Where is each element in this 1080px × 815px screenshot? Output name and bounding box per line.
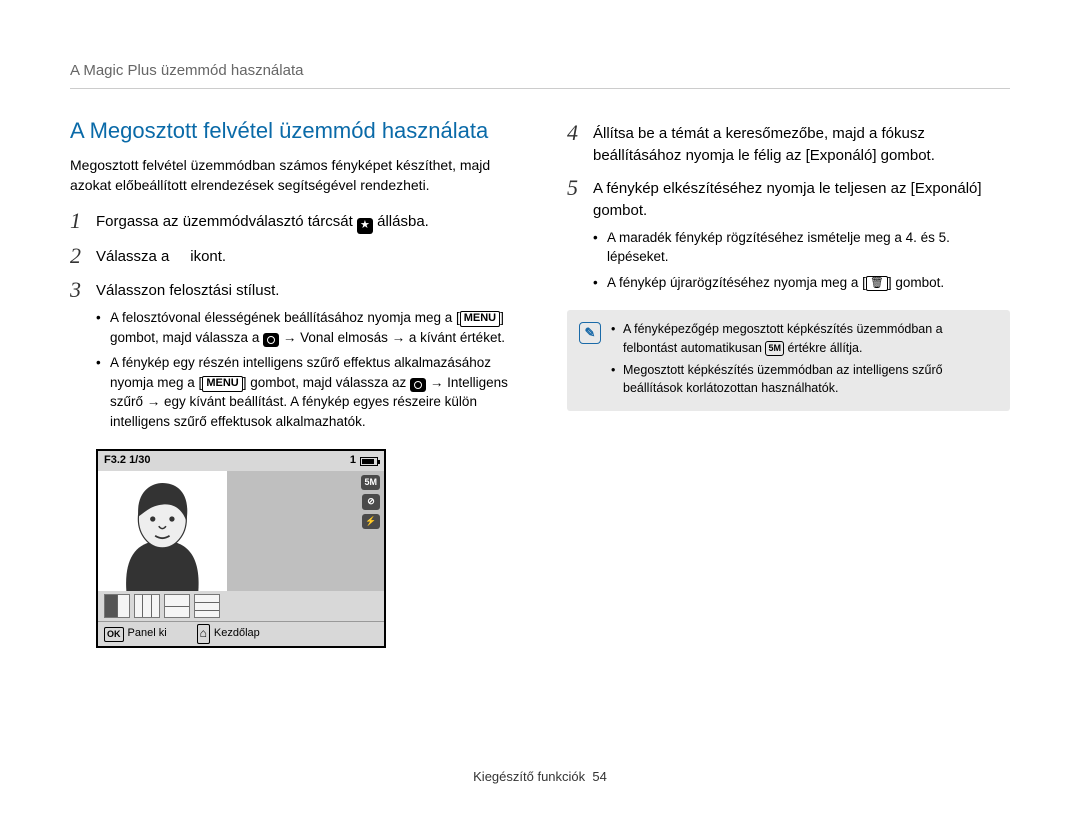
note-item: A fényképezőgép megosztott képkészítés ü… — [611, 320, 998, 356]
mode-dial-icon: ★ — [357, 218, 373, 234]
sub-bullets: A felosztóvonal élességének beállításáho… — [70, 308, 513, 431]
footer-label: Kiegészítő funkciók — [473, 769, 585, 784]
note-icon: ✎ — [579, 322, 601, 344]
right-column: 4 Állítsa be a témát a keresőmezőbe, maj… — [567, 115, 1010, 648]
layout-toolbar — [98, 591, 384, 621]
bullet-item: A maradék fénykép rögzítéséhez ismételje… — [593, 228, 1010, 267]
ok-chip-icon: OK — [104, 627, 124, 642]
home-chip-icon: ⌂ — [197, 624, 210, 643]
mode-badge-icon: ⊘ — [362, 494, 380, 509]
trash-icon: 🗑 — [866, 276, 888, 291]
text: ikont. — [190, 248, 226, 265]
section-title: A Megosztott felvétel üzemmód használata — [70, 115, 513, 147]
exposure-label: F3.2 1/30 — [104, 453, 150, 469]
count-label: 1 — [350, 453, 356, 469]
footer-page: 54 — [592, 769, 606, 784]
text: A felosztóvonal élességének beállításáho… — [110, 310, 456, 325]
layout-option-1[interactable] — [104, 594, 130, 618]
home-button[interactable]: ⌂ Kezdőlap — [197, 624, 260, 643]
text: → Vonal elmosás → a kívánt értéket. — [283, 330, 505, 345]
text: Forgassa az üzemmódválasztó tárcsát — [96, 213, 357, 230]
sub-bullets: A maradék fénykép rögzítéséhez ismételje… — [567, 228, 1010, 293]
intro-text: Megosztott felvétel üzemmódban számos fé… — [70, 155, 513, 196]
bullet-item: A fénykép újrarögzítéséhez nyomja meg a … — [593, 273, 1010, 293]
label: Kezdőlap — [214, 626, 260, 642]
step-text: A fénykép elkészítéséhez nyomja le telje… — [593, 176, 1010, 222]
label: Panel ki — [128, 626, 167, 642]
text: A fénykép újrarögzítéséhez nyomja meg a — [607, 275, 862, 290]
step-number: 1 — [70, 209, 96, 233]
bullet-item: A felosztóvonal élességének beállításáho… — [96, 308, 513, 347]
text: állásba. — [377, 213, 429, 230]
step-number: 2 — [70, 244, 96, 268]
step-number: 4 — [567, 121, 593, 145]
step-5: 5 A fénykép elkészítéséhez nyomja le tel… — [567, 176, 1010, 222]
step-3: 3 Válasszon felosztási stílust. — [70, 278, 513, 302]
step-text: Válassza a ikont. — [96, 244, 513, 268]
split-icon — [174, 248, 187, 265]
portrait-illustration — [98, 471, 227, 591]
layout-option-2[interactable] — [134, 594, 160, 618]
camera-icon — [263, 333, 279, 347]
step-text: Állítsa be a témát a keresőmezőbe, majd … — [593, 121, 1010, 167]
battery-icon — [360, 457, 378, 466]
note-item: Megosztott képkészítés üzemmódban az int… — [611, 361, 998, 397]
step-2: 2 Válassza a ikont. — [70, 244, 513, 268]
note-box: ✎ A fényképezőgép megosztott képkészítés… — [567, 310, 1010, 411]
resolution-5m-icon: 5M — [765, 341, 784, 356]
camera-screenshot: F3.2 1/30 1 — [96, 449, 386, 647]
menu-key-icon: MENU — [202, 376, 242, 392]
left-column: A Megosztott felvétel üzemmód használata… — [70, 115, 513, 648]
page-footer: Kiegészítő funkciók 54 — [0, 768, 1080, 787]
menu-key-icon: MENU — [460, 311, 500, 327]
resolution-badge: 5M — [361, 475, 380, 490]
step-text: Válasszon felosztási stílust. — [96, 278, 513, 302]
layout-option-3[interactable] — [164, 594, 190, 618]
text: gombot, majd válassza az — [250, 375, 410, 390]
preview-pane — [98, 471, 227, 591]
step-number: 5 — [567, 176, 593, 200]
layout-option-4[interactable] — [194, 594, 220, 618]
camera-icon — [410, 378, 426, 392]
text: értékre állítja. — [787, 341, 862, 355]
breadcrumb: A Magic Plus üzemmód használata — [70, 60, 1010, 89]
bullet-item: A fénykép egy részén intelligens szűrő e… — [96, 353, 513, 431]
text: gombot, majd válassza a — [110, 330, 263, 345]
text: Válassza a — [96, 248, 174, 265]
step-1: 1 Forgassa az üzemmódválasztó tárcsát ★ … — [70, 209, 513, 234]
preview-empty-pane: 5M ⊘ ⚡ — [227, 471, 384, 591]
step-text: Forgassa az üzemmódválasztó tárcsát ★ ál… — [96, 209, 513, 234]
flash-badge-icon: ⚡ — [362, 514, 380, 529]
step-4: 4 Állítsa be a témát a keresőmezőbe, maj… — [567, 121, 1010, 167]
panel-toggle[interactable]: OK Panel ki — [104, 624, 167, 643]
text: gombot. — [895, 275, 944, 290]
step-number: 3 — [70, 278, 96, 302]
